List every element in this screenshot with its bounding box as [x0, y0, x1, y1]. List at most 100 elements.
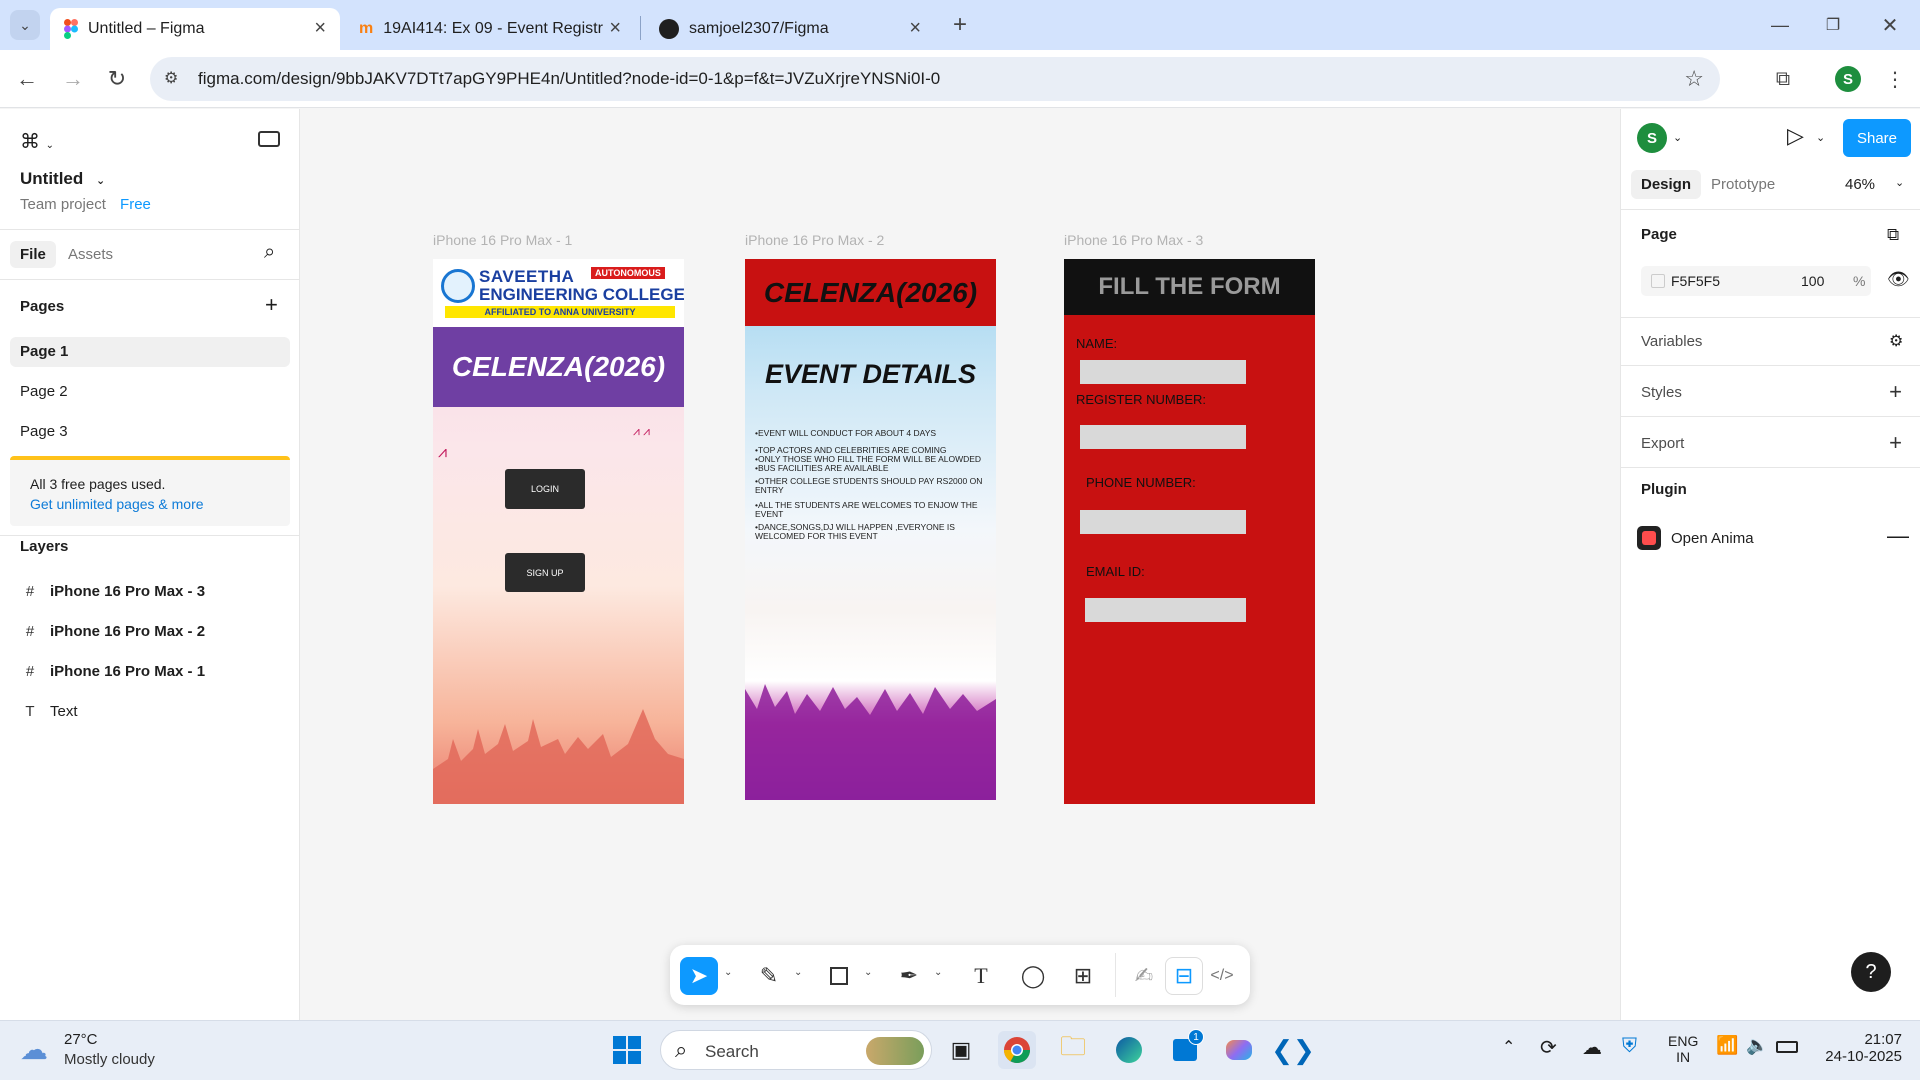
help-button[interactable]: ? — [1851, 952, 1891, 992]
tab-assets[interactable]: Assets — [68, 246, 113, 263]
profile-avatar[interactable]: S — [1835, 66, 1861, 92]
forward-arrow-icon[interactable]: → — [58, 64, 88, 94]
tab-search-button[interactable]: ⌄ — [10, 10, 40, 40]
reload-icon[interactable]: ↻ — [102, 64, 132, 94]
clock[interactable]: 21:07 24-10-2025 — [1812, 1031, 1902, 1065]
sync-icon[interactable]: ⟳ — [1540, 1035, 1557, 1060]
restore-button[interactable]: ❐ — [1818, 10, 1848, 40]
layer-item[interactable]: # iPhone 16 Pro Max - 2 — [20, 616, 205, 646]
zoom-level[interactable]: 46% — [1845, 176, 1875, 193]
file-name[interactable]: Untitled ⌄ — [20, 169, 105, 189]
login-button[interactable]: LOGIN — [505, 469, 585, 509]
tab-figma[interactable]: Untitled – Figma × — [50, 8, 340, 50]
layer-item[interactable]: # iPhone 16 Pro Max - 1 — [20, 656, 205, 686]
search-icon[interactable]: ⌕ — [264, 241, 275, 264]
taskbar-search[interactable]: ⌕ Search — [660, 1030, 932, 1070]
collapse-plugin-icon[interactable]: — — [1887, 523, 1909, 549]
dev-mode-icon[interactable]: </> — [1203, 957, 1241, 995]
task-view-icon[interactable]: ▣ — [942, 1031, 980, 1069]
eye-icon[interactable]: 👁 — [1887, 269, 1910, 290]
onedrive-icon[interactable]: ☁ — [1582, 1035, 1602, 1060]
weather-cloud-icon[interactable]: ☁ — [20, 1033, 48, 1066]
extensions-icon[interactable]: ⧉ — [1768, 64, 1798, 94]
draw-mode-icon[interactable]: ✍ — [1125, 957, 1163, 995]
language-indicator[interactable]: ENG IN — [1668, 1033, 1698, 1065]
share-button[interactable]: Share — [1843, 119, 1911, 157]
chevron-down-icon[interactable]: ⌄ — [864, 967, 872, 978]
color-swatch[interactable] — [1651, 274, 1665, 288]
chevron-down-icon[interactable]: ⌄ — [724, 967, 732, 978]
move-tool-icon[interactable]: ➤ — [680, 957, 718, 995]
wifi-icon[interactable]: 📶 — [1716, 1035, 1738, 1056]
rectangle-tool-icon[interactable] — [820, 957, 858, 995]
chevron-down-icon[interactable]: ⌄ — [794, 967, 802, 978]
chevron-down-icon[interactable]: ⌄ — [1816, 131, 1825, 144]
tab-file[interactable]: File — [10, 241, 56, 268]
window-close-button[interactable]: ✕ — [1875, 10, 1905, 40]
export-section[interactable]: Export — [1641, 435, 1684, 452]
actions-tool-icon[interactable]: ⊞ — [1064, 957, 1102, 995]
page-color-hex[interactable]: F5F5F5 — [1671, 273, 1720, 289]
frame-label-1[interactable]: iPhone 16 Pro Max - 1 — [433, 232, 572, 248]
page-color-field[interactable]: F5F5F5 100 % — [1641, 266, 1871, 296]
frame-label-2[interactable]: iPhone 16 Pro Max - 2 — [745, 232, 884, 248]
pen-tool-icon[interactable]: ✒ — [890, 957, 928, 995]
tab-design[interactable]: Design — [1631, 170, 1702, 199]
vscode-icon[interactable]: ❮❯ — [1271, 1031, 1315, 1069]
minimize-button[interactable]: — — [1765, 10, 1795, 40]
phone-number-field[interactable] — [1080, 510, 1246, 534]
chevron-up-icon[interactable]: ⌃ — [1502, 1037, 1515, 1057]
page-item-1[interactable]: Page 1 — [10, 337, 290, 367]
url-text[interactable]: figma.com/design/9bbJAKV7DTt7apGY9PHE4n/… — [198, 69, 940, 89]
new-tab-button[interactable]: + — [945, 10, 975, 40]
register-number-field[interactable] — [1080, 425, 1246, 449]
signup-button[interactable]: SIGN UP — [505, 553, 585, 592]
page-settings-icon[interactable]: ⧉ — [1887, 225, 1899, 245]
browser-menu-icon[interactable]: ⋮ — [1880, 64, 1910, 94]
frame-iphone-2[interactable]: CELENZA(2026) EVENT DETAILS •EVENT WILL … — [745, 259, 996, 800]
microsoft-store-icon[interactable]: 1 — [1166, 1029, 1204, 1069]
text-tool-icon[interactable]: T — [962, 957, 1000, 995]
frame-label-3[interactable]: iPhone 16 Pro Max - 3 — [1064, 232, 1203, 248]
name-field[interactable] — [1080, 360, 1246, 384]
add-style-icon[interactable]: + — [1889, 379, 1902, 405]
design-mode-icon[interactable]: ⊟ — [1165, 957, 1203, 995]
frame-iphone-1[interactable]: SAVEETHA AUTONOMOUS ENGINEERING COLLEGE … — [433, 259, 684, 804]
email-field[interactable] — [1085, 598, 1246, 622]
panel-toggle-icon[interactable] — [258, 131, 280, 147]
plan-badge[interactable]: Free — [120, 196, 151, 213]
close-icon[interactable]: × — [909, 18, 921, 38]
layer-item[interactable]: # iPhone 16 Pro Max - 3 — [20, 576, 205, 606]
page-item-3[interactable]: Page 3 — [10, 417, 290, 447]
variables-settings-icon[interactable]: ⚙ — [1889, 331, 1903, 351]
file-explorer-icon[interactable]: 🗀 — [1054, 1031, 1092, 1069]
back-arrow-icon[interactable]: ← — [12, 64, 42, 94]
weather-text[interactable]: Mostly cloudy — [64, 1051, 155, 1068]
tab-moodle[interactable]: m 19AI414: Ex 09 - Event Registrat × — [345, 8, 635, 50]
add-page-icon[interactable]: + — [265, 292, 278, 318]
variables-section[interactable]: Variables — [1641, 333, 1702, 350]
close-icon[interactable]: × — [314, 18, 326, 38]
styles-section[interactable]: Styles — [1641, 384, 1682, 401]
page-opacity[interactable]: 100 — [1801, 273, 1824, 289]
chevron-down-icon[interactable]: ⌄ — [96, 175, 105, 187]
page-item-2[interactable]: Page 2 — [10, 377, 290, 407]
tab-prototype[interactable]: Prototype — [1711, 176, 1775, 193]
figma-menu-icon[interactable]: ⌘ ⌄ — [20, 129, 54, 154]
chevron-down-icon[interactable]: ⌄ — [934, 967, 942, 978]
address-bar[interactable]: ⚙ figma.com/design/9bbJAKV7DTt7apGY9PHE4… — [150, 57, 1720, 101]
security-shield-icon[interactable]: ⛨ — [1622, 1035, 1637, 1058]
edge-icon[interactable] — [1110, 1031, 1148, 1069]
volume-icon[interactable]: 🔈 — [1746, 1035, 1768, 1056]
layer-item[interactable]: T Text — [20, 696, 77, 726]
comment-tool-icon[interactable]: ◯ — [1014, 957, 1052, 995]
plugin-name[interactable]: Open Anima — [1671, 530, 1754, 547]
pencil-tool-icon[interactable]: ✎ — [750, 957, 788, 995]
windows-start-icon[interactable] — [608, 1031, 646, 1069]
site-settings-icon[interactable]: ⚙ — [164, 68, 178, 88]
tab-github[interactable]: samjoel2307/Figma × — [645, 8, 935, 50]
bookmark-star-icon[interactable]: ☆ — [1684, 66, 1704, 92]
upgrade-link[interactable]: Get unlimited pages & more — [30, 496, 204, 512]
add-export-icon[interactable]: + — [1889, 430, 1902, 456]
user-avatar[interactable]: S — [1637, 123, 1667, 153]
